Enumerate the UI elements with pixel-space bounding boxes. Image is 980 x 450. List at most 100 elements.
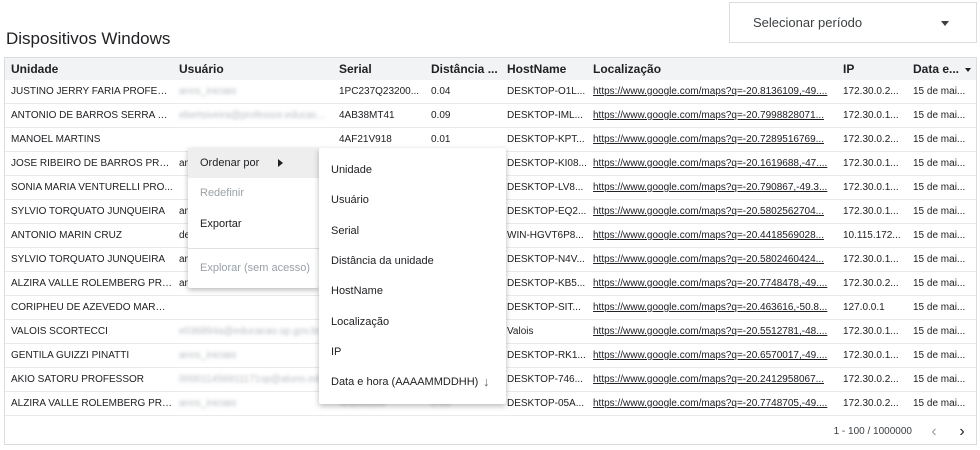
menu-item-redefinir: Redefinir — [200, 187, 245, 199]
cell-ip: 127.0.0.1 — [843, 302, 885, 313]
cell-data-hora: 15 de mai... — [913, 134, 966, 145]
menu-item-label: Ordenar por — [200, 157, 260, 169]
menu-item-ordenar-por[interactable]: Ordenar por — [188, 148, 319, 178]
cell-unidade: VALOIS SCORTECCI — [11, 326, 108, 337]
cell-ip: 172.30.0.1... — [843, 158, 899, 169]
cell-usuario: anos_iniciais — [179, 350, 237, 361]
cell-localizacao[interactable]: https://www.google.com/maps?q=-20.774847… — [587, 272, 837, 296]
table-row[interactable]: JUSTINO JERRY FARIA PROFESS... anos_inici… — [5, 80, 976, 104]
cell-usuario: anos_iniciais — [179, 398, 237, 409]
cell-localizacao[interactable]: https://www.google.com/maps?q=-20.551278… — [587, 320, 837, 344]
cell-ip: 172.30.0.1... — [843, 350, 899, 361]
column-header-usuario[interactable]: Usuário — [173, 58, 333, 80]
sort-option-hostname[interactable]: HostName — [319, 276, 506, 306]
cell-unidade: CORIPHEU DE AZEVEDO MARQU... — [11, 302, 173, 313]
cell-unidade: JOSE RIBEIRO DE BARROS PROF — [11, 158, 173, 169]
column-header-localizacao[interactable]: Localização — [587, 58, 837, 80]
chevron-right-icon — [278, 159, 283, 167]
cell-unidade: ANTONIO DE BARROS SERRA PR... — [11, 110, 173, 121]
sort-desc-icon — [965, 67, 972, 72]
cell-unidade: JUSTINO JERRY FARIA PROFESS... — [11, 86, 173, 97]
pagination-range: 1 - 100 / 1000000 — [833, 426, 912, 437]
cell-hostname: DESKTOP-05A... — [507, 398, 585, 409]
cell-localizacao[interactable]: https://www.google.com/maps?q=-20.580246… — [587, 248, 837, 272]
pagination: 1 - 100 / 1000000 ‹ › — [5, 419, 976, 444]
cell-data-hora: 15 de mai... — [913, 350, 966, 361]
cell-unidade: SONIA MARIA VENTURELLI PRO... — [11, 182, 173, 193]
cell-ip: 172.30.0.1... — [843, 206, 899, 217]
chevron-right-icon[interactable]: › — [953, 423, 971, 441]
column-header-serial[interactable]: Serial — [333, 58, 425, 80]
menu-item-explorar: Explorar (sem acesso) — [200, 262, 311, 274]
cell-ip: 10.115.172... — [843, 230, 901, 241]
cell-hostname: DESKTOP-N4V... — [507, 254, 585, 265]
cell-localizacao[interactable]: https://www.google.com/maps?q=-20.241295… — [587, 368, 837, 392]
cell-data-hora: 15 de mai... — [913, 278, 966, 289]
chevron-left-icon[interactable]: ‹ — [925, 423, 943, 441]
cell-data-hora: 15 de mai... — [913, 182, 966, 193]
cell-localizacao[interactable]: https://www.google.com/maps?q=-20.441856… — [587, 224, 837, 248]
sort-option-localizacao[interactable]: Localização — [319, 307, 506, 337]
sort-option-data-hora[interactable]: Data e hora (AAAAMMDDHH) ↓ — [319, 367, 506, 397]
sort-option-usuario[interactable]: Usuário — [319, 185, 506, 215]
column-header-ip[interactable]: IP — [837, 58, 907, 80]
sort-option-serial[interactable]: Serial — [319, 216, 506, 246]
cell-ip: 172.30.0.1... — [843, 110, 899, 121]
column-header-hostname[interactable]: HostName — [501, 58, 587, 80]
cell-data-hora: 15 de mai... — [913, 302, 966, 313]
cell-distancia: 0.04 — [431, 86, 451, 97]
column-header-data-hora[interactable]: Data e... — [907, 58, 976, 80]
cell-hostname: DESKTOP-EQ2... — [507, 206, 587, 217]
cell-distancia: 0.09 — [431, 110, 451, 121]
table-row[interactable]: ANTONIO DE BARROS SERRA PR... ebertsiveir… — [5, 104, 976, 128]
sort-option-distancia[interactable]: Distância da unidade — [319, 246, 506, 276]
cell-ip: 172.30.0.2... — [843, 134, 899, 145]
cell-hostname: DESKTOP-IML... — [507, 110, 583, 121]
cell-hostname: WIN-HGVT6P8... — [507, 230, 584, 241]
cell-unidade: GENTILA GUIZZI PINATTI — [11, 350, 130, 361]
cell-ip: 172.30.0.1... — [843, 254, 899, 265]
table-header: Unidade Usuário Serial Distância ... Hos… — [5, 58, 976, 80]
cell-localizacao[interactable]: https://www.google.com/maps?q=-20.813610… — [587, 80, 837, 104]
period-selector-label: Selecionar período — [753, 15, 863, 30]
cell-serial: 4AB38MT41 — [339, 110, 395, 121]
cell-localizacao[interactable]: https://www.google.com/maps?q=-20.790867… — [587, 176, 837, 200]
cell-localizacao[interactable]: https://www.google.com/maps?q=-20.161968… — [587, 152, 837, 176]
cell-usuario: anos_iniciais — [179, 86, 237, 97]
column-header-distancia[interactable]: Distância ... — [425, 58, 501, 80]
cell-localizacao[interactable]: https://www.google.com/maps?q=-20.799882… — [587, 104, 837, 128]
cell-hostname: DESKTOP-LV8... — [507, 182, 584, 193]
cell-unidade: ALZIRA VALLE ROLEMBERG PRO... — [11, 278, 173, 289]
cell-localizacao[interactable]: https://www.google.com/maps?q=-20.728951… — [587, 128, 837, 152]
sort-option-ip[interactable]: IP — [319, 337, 506, 367]
sort-submenu: Unidade Usuário Serial Distância da unid… — [319, 148, 506, 404]
cell-hostname: DESKTOP-KB5... — [507, 278, 586, 289]
cell-ip: 172.30.0.2... — [843, 86, 899, 97]
cell-ip: 172.30.0.2... — [843, 398, 899, 409]
menu-item-exportar[interactable]: Exportar — [188, 209, 319, 239]
cell-data-hora: 15 de mai... — [913, 374, 966, 385]
cell-unidade: SYLVIO TORQUATO JUNQUEIRA — [11, 254, 166, 265]
cell-localizacao[interactable]: https://www.google.com/maps?q=-20.774870… — [587, 392, 837, 416]
column-header-unidade[interactable]: Unidade — [5, 58, 173, 80]
cell-hostname: DESKTOP-RK1... — [507, 350, 586, 361]
cell-unidade: AKIO SATORU PROFESSOR — [11, 374, 144, 385]
cell-usuario: e036894a@educacao.sp.gov.br — [179, 326, 321, 337]
arrow-down-icon: ↓ — [483, 374, 490, 389]
cell-localizacao[interactable]: https://www.google.com/maps?q=-20.580256… — [587, 200, 837, 224]
page-title: Dispositivos Windows — [6, 29, 171, 48]
sort-option-label: Data e hora (AAAAMMDDHH) — [331, 376, 479, 388]
cell-unidade: SYLVIO TORQUATO JUNQUEIRA — [11, 206, 166, 217]
cell-unidade: MANOEL MARTINS — [11, 134, 101, 145]
menu-divider — [188, 248, 319, 249]
cell-localizacao[interactable]: https://www.google.com/maps?q=-20.463616… — [587, 296, 837, 320]
cell-localizacao[interactable]: https://www.google.com/maps?q=-20.657001… — [587, 344, 837, 368]
cell-hostname: DESKTOP-KPT... — [507, 134, 585, 145]
cell-ip: 172.30.0.2... — [843, 374, 899, 385]
cell-hostname: DESKTOP-SIT... — [507, 302, 581, 313]
sort-option-unidade[interactable]: Unidade — [319, 155, 506, 185]
context-menu: Ordenar por Redefinir Exportar Explorar … — [188, 148, 319, 288]
cell-data-hora: 15 de mai... — [913, 158, 966, 169]
period-selector[interactable]: Selecionar período — [729, 2, 977, 43]
cell-data-hora: 15 de mai... — [913, 254, 966, 265]
